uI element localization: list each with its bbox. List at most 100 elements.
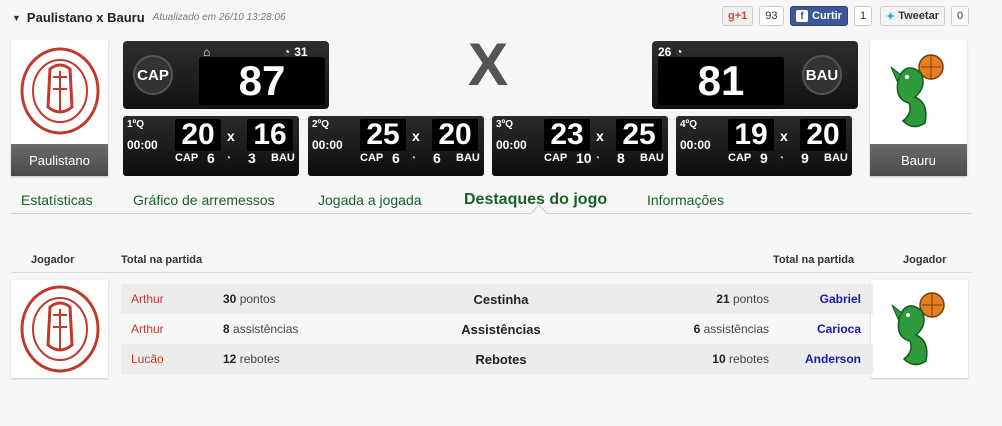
caret-down-icon: ▼ (12, 12, 21, 23)
category: Assistências (461, 322, 541, 337)
twitter-share: ✦ Tweetar 0 (880, 6, 970, 26)
quarter-x: x (227, 128, 235, 144)
bauru-dragon-logo (878, 46, 959, 136)
quarter-away-score: 25 (616, 118, 662, 151)
away-player[interactable]: Carioca (781, 322, 861, 336)
quarter-away-abbr: BAU (271, 152, 295, 164)
away-abbr: BAU (802, 55, 842, 95)
gplus-label: +1 (734, 10, 748, 22)
quarter-x: x (780, 128, 788, 144)
quarter-home-abbr: CAP (728, 152, 752, 164)
home-value: 30 pontos (223, 292, 276, 306)
away-value: 21 pontos (716, 292, 769, 306)
category: Cestinha (473, 292, 529, 307)
tab-informacoes[interactable]: Informações (647, 192, 724, 208)
away-team-card[interactable]: Bauru (870, 40, 967, 176)
quarter-home-score: 25 (360, 118, 406, 151)
quarter-home-abbr: CAP (175, 152, 199, 164)
quarter-clock: 00:00 (312, 138, 343, 152)
away-score: 81 (658, 57, 784, 105)
whistle-icon: ◔ (778, 152, 785, 164)
facebook-label: Curtir (812, 10, 842, 22)
quarter-away-fouls: 8 (617, 150, 625, 166)
quarter-clock: 00:00 (127, 138, 158, 152)
whistle-icon: ◔ (594, 152, 601, 164)
quarter-away-score: 20 (432, 118, 478, 151)
gplus-button[interactable]: g +1 (722, 6, 754, 26)
table-row: Arthur 30 pontos Cestinha 21 pontos Gabr… (121, 284, 873, 314)
tab-jogada-a-jogada[interactable]: Jogada a jogada (318, 192, 422, 208)
header-divider (11, 272, 971, 273)
quarter-home-abbr: CAP (544, 152, 568, 164)
match-tabs: Estatísticas Gráfico de arremessos Jogad… (11, 186, 971, 222)
quarter-away-score: 16 (247, 118, 293, 151)
whistle-icon: ◔ (410, 152, 417, 164)
updated-timestamp: Atualizado em 26/10 13:28:06 (152, 12, 286, 23)
home-player[interactable]: Arthur (131, 292, 164, 306)
home-value: 12 rebotes (223, 352, 280, 366)
tab-grafico-arremessos[interactable]: Gráfico de arremessos (133, 192, 275, 208)
quarter-1: 1ºQ 00:00 20 x 16 CAP 6 ◔ 3 BAU (123, 116, 299, 176)
quarter-label: 3ºQ (496, 119, 513, 130)
quarter-label: 4ºQ (680, 119, 697, 130)
facebook-count: 1 (853, 6, 873, 26)
home-value: 8 assistências (223, 322, 299, 336)
home-scoreboard: CAP ⌂ ◔ 31 87 (123, 41, 329, 109)
gplus-count: 93 (759, 6, 784, 26)
quarter-away-fouls: 6 (433, 150, 441, 166)
home-player[interactable]: Lucão (131, 352, 164, 366)
away-team-name: Bauru (870, 144, 967, 176)
table-row: Arthur 8 assistências Assistências 6 ass… (121, 314, 873, 344)
quarter-away-abbr: BAU (824, 152, 848, 164)
quarter-home-fouls: 9 (760, 150, 768, 166)
home-player[interactable]: Arthur (131, 322, 164, 336)
match-title-text: Paulistano x Bauru (26, 10, 145, 25)
quarter-x: x (596, 128, 604, 144)
quarter-away-score: 20 (800, 118, 846, 151)
quarter-4: 4ºQ 00:00 19 x 20 CAP 9 ◔ 9 BAU (676, 116, 852, 176)
quarter-home-score: 23 (544, 118, 590, 151)
away-value: 10 rebotes (712, 352, 769, 366)
quarter-clock: 00:00 (496, 138, 527, 152)
quarter-home-fouls: 6 (392, 150, 400, 166)
home-score: 87 (199, 57, 325, 105)
quarter-home-abbr: CAP (360, 152, 384, 164)
quarter-home-fouls: 6 (207, 150, 215, 166)
paulistano-logo (19, 46, 100, 136)
tweet-button[interactable]: ✦ Tweetar (880, 6, 945, 26)
quarter-3: 3ºQ 00:00 23 x 25 CAP 10 ◔ 8 BAU (492, 116, 668, 176)
tab-estatisticas[interactable]: Estatísticas (21, 192, 93, 208)
home-abbr: CAP (133, 55, 173, 95)
away-player[interactable]: Gabriel (781, 292, 861, 306)
gplus-icon: g (728, 10, 735, 22)
quarter-label: 2ºQ (312, 119, 329, 130)
quarter-away-abbr: BAU (640, 152, 664, 164)
category: Rebotes (475, 352, 527, 367)
quarter-x: x (412, 128, 420, 144)
home-team-card[interactable]: Paulistano (11, 40, 108, 176)
quarter-home-score: 19 (728, 118, 774, 151)
quarter-label: 1ºQ (127, 119, 144, 130)
away-value: 6 assistências (693, 322, 769, 336)
twitter-count: 0 (950, 6, 970, 26)
versus-mark: X (468, 31, 508, 98)
quarter-away-fouls: 9 (801, 150, 809, 166)
paulistano-logo (11, 280, 108, 378)
whistle-icon: ◔ (225, 152, 232, 164)
quarter-away-fouls: 3 (248, 150, 256, 166)
gplus-share: g +1 93 (722, 6, 784, 26)
header-total-right: Total na partida (773, 254, 855, 266)
quarter-home-fouls: 10 (576, 150, 592, 166)
tweet-label: Tweetar (898, 10, 939, 22)
away-player[interactable]: Anderson (781, 352, 861, 366)
quarter-away-abbr: BAU (456, 152, 480, 164)
quarter-home-score: 20 (175, 118, 221, 151)
header-total-left: Total na partida (121, 254, 203, 266)
facebook-share: f Curtir 1 (790, 6, 873, 26)
twitter-bird-icon: ✦ (886, 10, 896, 23)
facebook-like-button[interactable]: f Curtir (790, 6, 848, 26)
match-title[interactable]: ▼ Paulistano x Bauru Atualizado em 26/10… (12, 10, 286, 25)
quarter-2: 2ºQ 00:00 25 x 20 CAP 6 ◔ 6 BAU (308, 116, 484, 176)
header-player-left: Jogador (31, 254, 75, 266)
facebook-icon: f (796, 10, 808, 22)
